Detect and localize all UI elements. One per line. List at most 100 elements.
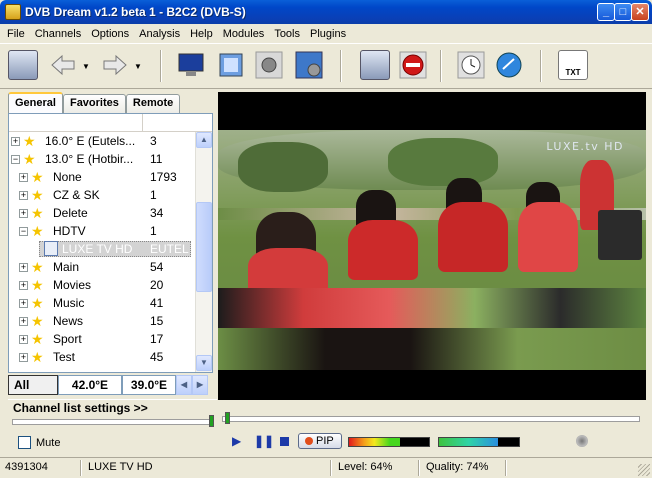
tree-node-count: EUTEL <box>150 242 189 256</box>
folder-star-icon: ★ <box>31 259 44 275</box>
tab-favorites[interactable]: Favorites <box>62 94 126 114</box>
menu-analysis[interactable]: Analysis <box>134 28 185 40</box>
expander-icon[interactable]: + <box>19 209 28 218</box>
tree-node[interactable]: + ★ Music 41 <box>9 294 212 312</box>
volume-slider[interactable] <box>12 415 214 427</box>
status-id: 4391304 <box>5 461 48 473</box>
menu-plugins[interactable]: Plugins <box>305 28 351 40</box>
tree-node[interactable]: − ★ HDTV 1 <box>9 222 212 240</box>
folder-star-icon: ★ <box>31 169 44 185</box>
scroll-thumb[interactable] <box>196 202 212 292</box>
tree-node-label: Movies <box>53 278 92 292</box>
window-icon <box>219 53 243 77</box>
channel-tabs: General Favorites Remote <box>8 92 181 114</box>
tree-node[interactable]: + ★ Main 54 <box>9 258 212 276</box>
record-button[interactable] <box>358 48 392 84</box>
expander-icon[interactable]: + <box>19 317 28 326</box>
folder-star-icon: ★ <box>31 205 44 221</box>
tab-remote[interactable]: Remote <box>125 94 181 114</box>
tree-node[interactable]: + ★ None 1793 <box>9 168 212 186</box>
folder-star-icon: ★ <box>23 151 36 167</box>
forward-button[interactable]: ▼ <box>98 48 142 84</box>
menu-tools[interactable]: Tools <box>269 28 305 40</box>
stop-icon[interactable] <box>280 437 289 446</box>
level-meter <box>348 437 430 447</box>
expander-icon[interactable]: + <box>19 353 28 362</box>
chevron-left-icon[interactable]: ◀ <box>176 375 192 395</box>
video-display[interactable]: LUXE.tv HD <box>218 92 646 400</box>
menu-file[interactable]: File <box>2 28 30 40</box>
play-icon[interactable]: ▶ <box>232 432 244 450</box>
stop-button[interactable] <box>396 48 430 84</box>
toolbar-separator <box>340 50 342 82</box>
resize-grip[interactable] <box>638 464 650 476</box>
expander-icon[interactable]: − <box>11 155 20 164</box>
channel-tree: + ★ 16.0° E (Eutels... 3− ★ 13.0° E (Hotbir..… <box>8 113 213 373</box>
menu-options[interactable]: Options <box>86 28 134 40</box>
screenshot-settings-button[interactable] <box>292 48 326 84</box>
teletext-button[interactable]: TXT <box>556 48 590 84</box>
expander-icon[interactable]: + <box>19 281 28 290</box>
back-button[interactable]: ▼ <box>46 48 90 84</box>
tree-node[interactable]: + ★ Sport 17 <box>9 330 212 348</box>
record-video-button[interactable] <box>6 48 40 84</box>
stop-sign-icon <box>399 51 427 79</box>
tree-node-count: 20 <box>150 278 164 292</box>
tree-node[interactable]: + ★ Movies 20 <box>9 276 212 294</box>
expander-icon[interactable]: + <box>19 191 28 200</box>
satellite-39e[interactable]: 39.0°E <box>122 375 176 395</box>
chevron-right-icon[interactable]: ▶ <box>192 375 208 395</box>
expander-icon[interactable]: + <box>19 173 28 182</box>
speaker-icon[interactable] <box>576 435 588 447</box>
tree-node[interactable]: + ★ 16.0° E (Eutels... 3 <box>9 132 212 150</box>
expander-icon[interactable]: + <box>19 299 28 308</box>
tree-node-count: 1 <box>150 224 157 238</box>
expander-icon[interactable]: + <box>19 263 28 272</box>
satellite-42e[interactable]: 42.0°E <box>58 375 122 395</box>
satellite-bar: All 42.0°E 39.0°E ◀ ▶ <box>8 375 213 395</box>
expander-icon[interactable]: + <box>11 137 20 146</box>
seek-slider[interactable] <box>222 412 640 424</box>
tree-scrollbar[interactable]: ▲ ▼ <box>195 132 212 372</box>
mute-checkbox-row[interactable]: Mute <box>18 436 60 449</box>
expander-icon[interactable]: + <box>19 335 28 344</box>
expander-icon[interactable]: − <box>19 227 28 236</box>
status-divider <box>505 460 507 476</box>
all-satellites-button[interactable]: All <box>8 375 58 395</box>
tree-node[interactable]: + ★ News 15 <box>9 312 212 330</box>
settings-button[interactable] <box>252 48 286 84</box>
chevron-down-icon[interactable]: ▼ <box>134 62 142 71</box>
channel-list-settings[interactable]: Channel list settings >> <box>8 399 217 415</box>
scroll-down-icon[interactable]: ▼ <box>196 355 212 371</box>
level-meter-fill <box>349 438 401 446</box>
tree-node[interactable]: − ★ 13.0° E (Hotbir... 11 <box>9 150 212 168</box>
record-video-icon <box>8 50 38 80</box>
globe-button[interactable] <box>492 48 526 84</box>
tree-node-label: 13.0° E (Hotbir... <box>45 152 134 166</box>
channel-item[interactable]: LUXE TV HD EUTEL <box>9 240 212 258</box>
pause-icon[interactable]: ❚❚ <box>254 432 274 450</box>
pip-button[interactable]: PIP <box>298 433 342 449</box>
settings-gear-icon <box>255 51 283 79</box>
seek-knob[interactable] <box>225 412 230 424</box>
scroll-up-icon[interactable]: ▲ <box>196 132 212 148</box>
monitor-button[interactable] <box>174 48 208 84</box>
window-button[interactable] <box>214 48 248 84</box>
menu-help[interactable]: Help <box>185 28 218 40</box>
mute-checkbox[interactable] <box>18 436 31 449</box>
menu-modules[interactable]: Modules <box>218 28 270 40</box>
tree-node[interactable]: + ★ Delete 34 <box>9 204 212 222</box>
tree-node[interactable]: + ★ Test 45 <box>9 348 212 366</box>
slider-knob[interactable] <box>209 415 214 427</box>
minimize-button[interactable]: _ <box>597 3 615 21</box>
tree-node-label: LUXE TV HD <box>62 242 133 256</box>
close-button[interactable]: ✕ <box>631 3 649 21</box>
tab-general[interactable]: General <box>8 92 63 114</box>
menu-channels[interactable]: Channels <box>30 28 86 40</box>
maximize-button[interactable]: □ <box>614 3 632 21</box>
chevron-down-icon[interactable]: ▼ <box>82 62 90 71</box>
status-quality: Quality: 74% <box>426 461 489 473</box>
timer-button[interactable] <box>454 48 488 84</box>
tree-node[interactable]: + ★ CZ & SK 1 <box>9 186 212 204</box>
tree-node-label: Music <box>53 296 85 310</box>
